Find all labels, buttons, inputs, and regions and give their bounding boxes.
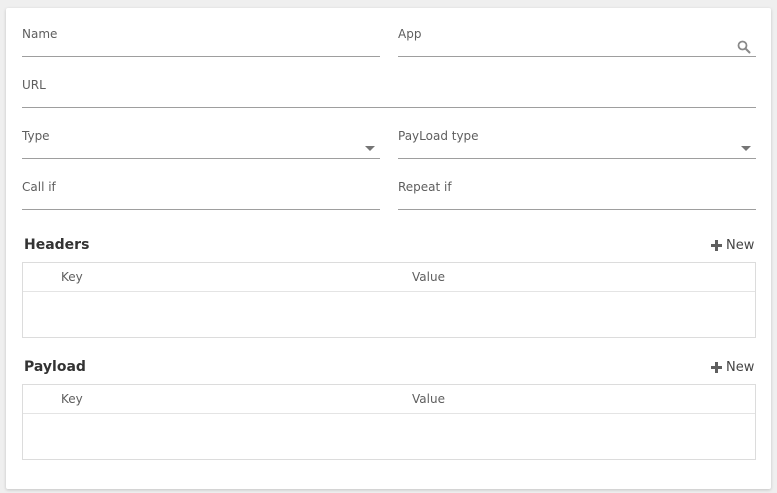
payload-key-column: Key [61, 392, 83, 406]
app-field[interactable]: App [398, 26, 756, 57]
chevron-down-icon[interactable] [365, 146, 375, 151]
app-input[interactable] [398, 38, 734, 54]
headers-title: Headers [24, 237, 90, 253]
payload-table-header: Key Value [23, 385, 755, 414]
add-header-label: New [726, 237, 755, 253]
add-header-button[interactable]: New [711, 236, 754, 254]
headers-value-column: Value [412, 270, 445, 284]
url-field[interactable]: URL [22, 77, 756, 108]
call-if-input[interactable] [22, 191, 380, 207]
call-if-field[interactable]: Call if [22, 179, 380, 210]
headers-table: Key Value [22, 262, 756, 338]
add-payload-label: New [726, 359, 755, 375]
repeat-if-input[interactable] [398, 191, 756, 207]
repeat-if-field[interactable]: Repeat if [398, 179, 756, 210]
type-select[interactable]: Type [22, 128, 380, 159]
url-input[interactable] [22, 89, 756, 105]
payload-type-select[interactable]: PayLoad type [398, 128, 756, 159]
type-label: Type [22, 129, 50, 143]
payload-value-column: Value [412, 392, 445, 406]
headers-key-column: Key [61, 270, 83, 284]
payload-table: Key Value [22, 384, 756, 460]
headers-table-header: Key Value [23, 263, 755, 292]
form-card: Name App URL Type PayLoad type Call if R… [6, 8, 771, 489]
plus-icon [711, 239, 722, 251]
name-field[interactable]: Name [22, 26, 380, 57]
search-icon[interactable] [737, 40, 751, 54]
name-input[interactable] [22, 38, 380, 54]
payload-title: Payload [24, 359, 86, 375]
plus-icon [711, 361, 722, 373]
payload-type-label: PayLoad type [398, 129, 479, 143]
chevron-down-icon[interactable] [741, 146, 751, 151]
add-payload-button[interactable]: New [711, 358, 754, 376]
